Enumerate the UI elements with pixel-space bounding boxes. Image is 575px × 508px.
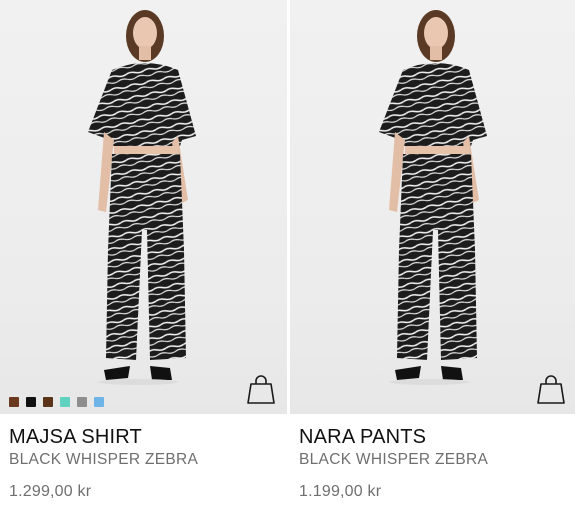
product-card[interactable]: MAJSA SHIRT BLACK WHISPER ZEBRA 1.299,00… — [0, 0, 287, 508]
product-info: MAJSA SHIRT BLACK WHISPER ZEBRA 1.299,00… — [9, 425, 279, 502]
shopping-bag-icon[interactable] — [536, 373, 566, 405]
color-swatches — [9, 397, 104, 407]
product-image[interactable] — [290, 0, 575, 414]
product-variant: BLACK WHISPER ZEBRA — [299, 451, 489, 468]
product-price: 1.199,00 kr — [299, 483, 382, 500]
product-price: 1.299,00 kr — [9, 483, 92, 500]
product-name[interactable]: NARA PANTS — [299, 425, 569, 449]
model-photo — [379, 10, 487, 385]
color-swatch[interactable] — [94, 397, 104, 407]
shopping-bag-icon[interactable] — [246, 373, 276, 405]
color-swatch[interactable] — [9, 397, 19, 407]
color-swatch[interactable] — [43, 397, 53, 407]
product-image[interactable] — [0, 0, 287, 414]
color-swatch[interactable] — [77, 397, 87, 407]
color-swatch[interactable] — [60, 397, 70, 407]
model-photo — [88, 10, 196, 385]
product-variant: BLACK WHISPER ZEBRA — [9, 451, 199, 468]
product-name[interactable]: MAJSA SHIRT — [9, 425, 279, 449]
product-info: NARA PANTS BLACK WHISPER ZEBRA 1.199,00 … — [299, 425, 569, 502]
color-swatch[interactable] — [26, 397, 36, 407]
product-card[interactable]: NARA PANTS BLACK WHISPER ZEBRA 1.199,00 … — [290, 0, 575, 508]
product-grid: MAJSA SHIRT BLACK WHISPER ZEBRA 1.299,00… — [0, 0, 575, 508]
